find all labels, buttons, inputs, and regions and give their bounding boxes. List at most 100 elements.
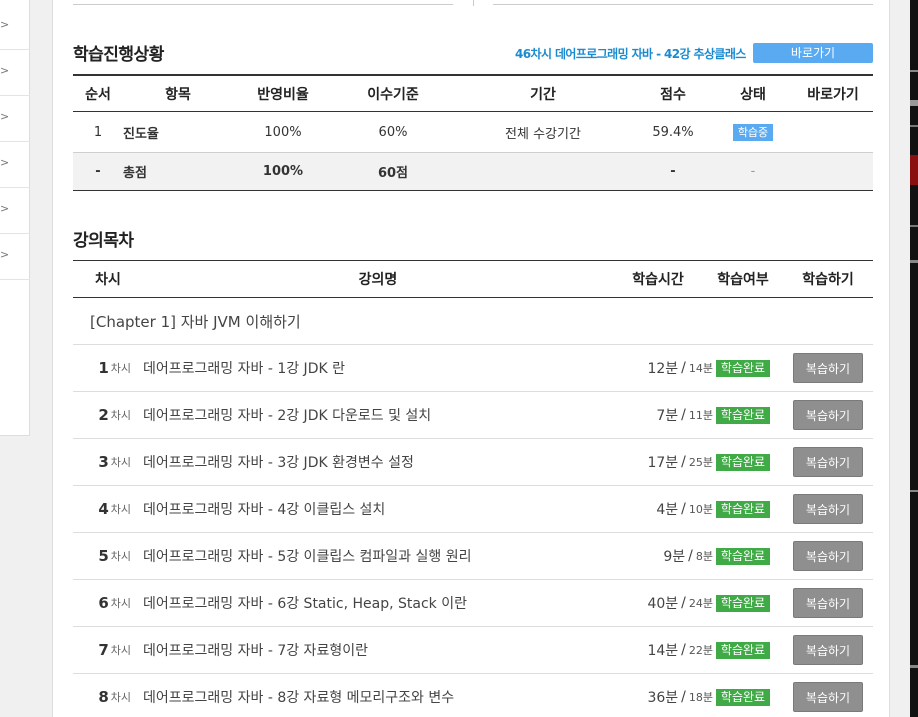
review-button[interactable]: 복습하기 (793, 447, 863, 477)
study-status: 학습완료 (703, 345, 783, 391)
header-study-status: 학습여부 (717, 272, 769, 288)
total-period (453, 153, 633, 190)
lecture-section-title: 강의목차 (73, 231, 134, 251)
progress-section-title: 학습진행상황 (73, 45, 164, 65)
study-time-separator: / (681, 642, 686, 658)
session-unit: 차시 (110, 550, 131, 563)
session-unit: 차시 (110, 456, 131, 469)
complete-badge: 학습완료 (715, 688, 771, 706)
row-link[interactable] (793, 112, 873, 152)
total-score: - (670, 164, 676, 179)
study-time: 12분/14분 (603, 345, 713, 391)
header-status: 상태 (740, 86, 766, 103)
study-time: 4분/10분 (603, 486, 713, 532)
review-button[interactable]: 복습하기 (793, 494, 863, 524)
left-sidebar: > > > > > > (0, 0, 30, 436)
review-cell: 복습하기 (783, 580, 873, 626)
total-status: - (750, 164, 756, 179)
lecture-title[interactable]: 데어프로그래밍 자바 - 2강 JDK 다운로드 및 설치 (143, 392, 431, 438)
study-time-watched: 36분 (647, 690, 679, 706)
lecture-title[interactable]: 데어프로그래밍 자바 - 5강 이클립스 컴파일과 실행 원리 (143, 533, 471, 579)
study-time-watched: 9분 (663, 549, 686, 565)
review-button[interactable]: 복습하기 (793, 588, 863, 618)
total-no: - (95, 164, 101, 179)
chapter-label: [Chapter 1] 자바 JVM 이해하기 (90, 312, 301, 331)
review-button[interactable]: 복습하기 (793, 635, 863, 665)
study-time-separator: / (681, 407, 686, 423)
header-score: 점수 (660, 86, 686, 103)
study-time-separator: / (681, 454, 686, 470)
lecture-title[interactable]: 데어프로그래밍 자바 - 7강 자료형이란 (143, 627, 368, 673)
lecture-title[interactable]: 데어프로그래밍 자바 - 4강 이클립스 설치 (143, 486, 385, 532)
row-period: 전체 수강기간 (505, 126, 581, 142)
study-time-watched: 17분 (647, 455, 679, 471)
lecture-title[interactable]: 데어프로그래밍 자바 - 1강 JDK 란 (143, 345, 345, 391)
study-time: 40분/24분 (603, 580, 713, 626)
session-number-value: 8 (98, 688, 109, 706)
total-link (793, 153, 873, 190)
session-number: 2 차시 (73, 392, 131, 438)
review-button[interactable]: 복습하기 (793, 541, 863, 571)
header-study-action: 학습하기 (802, 272, 854, 288)
header-study-time: 학습시간 (632, 272, 684, 288)
study-time-watched: 14분 (647, 643, 679, 659)
current-course-link[interactable]: 46차시 데어프로그래밍 자바 - 42강 추상클래스 (515, 45, 746, 62)
session-unit: 차시 (110, 362, 131, 375)
session-unit: 차시 (110, 409, 131, 422)
background-window-strip (910, 0, 918, 717)
header-ratio: 반영비율 (257, 86, 309, 103)
chevron-right-icon: > (0, 248, 10, 261)
row-item: 진도율 (123, 112, 233, 152)
chevron-right-icon: > (0, 64, 10, 77)
review-cell: 복습하기 (783, 627, 873, 673)
study-time-separator: / (681, 595, 686, 611)
review-cell: 복습하기 (783, 439, 873, 485)
sidebar-item[interactable]: > (0, 4, 30, 50)
study-status: 학습완료 (703, 533, 783, 579)
study-time-separator: / (681, 501, 686, 517)
study-time: 14분/22분 (603, 627, 713, 673)
review-button[interactable]: 복습하기 (793, 682, 863, 712)
study-time-watched: 12분 (647, 361, 679, 377)
study-time-watched: 40분 (647, 596, 679, 612)
complete-badge: 학습완료 (715, 500, 771, 518)
divider (493, 4, 873, 5)
table-header-row: 순서 항목 반영비율 이수기준 기간 점수 상태 바로가기 (73, 74, 873, 112)
chevron-right-icon: > (0, 18, 10, 31)
sidebar-item[interactable]: > (0, 96, 30, 142)
table-row: 5 차시 데어프로그래밍 자바 - 5강 이클립스 컴파일과 실행 원리 9분/8분 학… (73, 533, 873, 580)
sidebar-item[interactable]: > (0, 188, 30, 234)
goto-course-button[interactable]: 바로가기 (753, 43, 873, 63)
study-status: 학습완료 (703, 627, 783, 673)
table-row: 2 차시 데어프로그래밍 자바 - 2강 JDK 다운로드 및 설치 7분/11분 학습… (73, 392, 873, 439)
header-session: 차시 (95, 272, 121, 288)
study-time-separator: / (688, 548, 693, 564)
header-no: 순서 (85, 86, 111, 103)
main-content: 학습진행상황 46차시 데어프로그래밍 자바 - 42강 추상클래스 바로가기 … (52, 0, 890, 717)
session-unit: 차시 (110, 644, 131, 657)
lecture-title[interactable]: 데어프로그래밍 자바 - 3강 JDK 환경변수 설정 (143, 439, 414, 485)
session-number: 5 차시 (73, 533, 131, 579)
review-button[interactable]: 복습하기 (793, 400, 863, 430)
complete-badge: 학습완료 (715, 406, 771, 424)
session-number-value: 4 (98, 500, 109, 518)
sidebar-item[interactable]: > (0, 50, 30, 96)
total-ratio: 100% (262, 164, 304, 179)
table-row: 4 차시 데어프로그래밍 자바 - 4강 이클립스 설치 4분/10분 학습완료 복습하기 (73, 486, 873, 533)
complete-badge: 학습완료 (715, 453, 771, 471)
session-number: 8 차시 (73, 674, 131, 717)
study-status: 학습완료 (703, 439, 783, 485)
lecture-title[interactable]: 데어프로그래밍 자바 - 8강 자료형 메모리구조와 변수 (143, 674, 454, 717)
study-time: 9분/8분 (603, 533, 713, 579)
sidebar-item[interactable]: > (0, 234, 30, 280)
lecture-title[interactable]: 데어프로그래밍 자바 - 6강 Static, Heap, Stack 이란 (143, 580, 467, 626)
lecture-table: 차시 강의명 학습시간 학습여부 학습하기 [Chapter 1] 자바 JVM… (73, 260, 873, 717)
row-ratio: 100% (264, 124, 302, 140)
review-cell: 복습하기 (783, 486, 873, 532)
review-cell: 복습하기 (783, 392, 873, 438)
sidebar-item[interactable]: > (0, 142, 30, 188)
header-criteria: 이수기준 (367, 86, 419, 103)
study-status: 학습완료 (703, 674, 783, 717)
session-number: 3 차시 (73, 439, 131, 485)
review-button[interactable]: 복습하기 (793, 353, 863, 383)
